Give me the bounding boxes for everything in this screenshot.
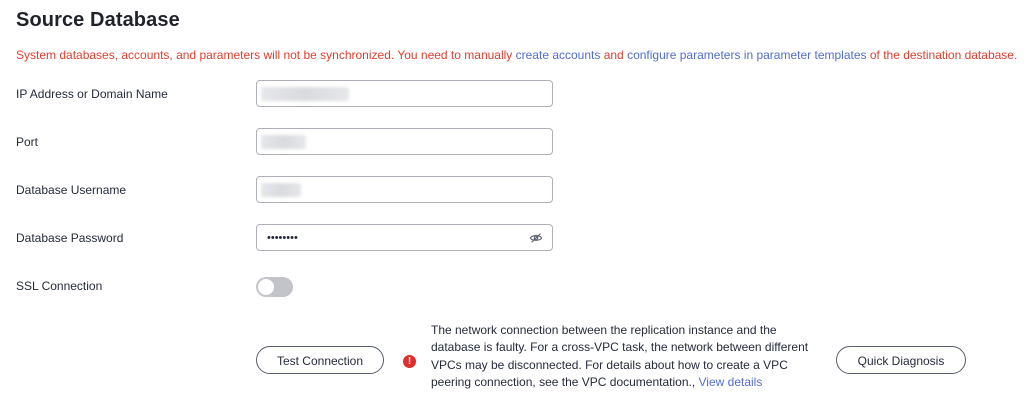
port-label: Port [16, 135, 39, 149]
create-accounts-link[interactable]: create accounts [516, 48, 601, 62]
notice-suffix: of the destination database. [866, 48, 1018, 62]
toggle-knob [258, 279, 274, 295]
view-details-link[interactable]: View details [699, 375, 763, 389]
quick-diagnosis-button[interactable]: Quick Diagnosis [836, 346, 966, 374]
test-connection-button[interactable]: Test Connection [256, 346, 384, 374]
password-mask: •••••••• [267, 232, 298, 244]
database-username-label: Database Username [16, 183, 127, 197]
sync-notice: System databases, accounts, and paramete… [16, 48, 1026, 62]
port-value-redacted [261, 135, 306, 149]
port-input[interactable] [256, 128, 553, 155]
eye-hidden-icon[interactable] [529, 231, 543, 245]
ssl-connection-label: SSL Connection [16, 279, 103, 293]
error-icon: ! [403, 355, 416, 368]
section-title: Source Database [16, 9, 180, 31]
ip-address-value-redacted [261, 87, 349, 101]
database-password-input[interactable]: •••••••• [256, 224, 553, 251]
database-username-input[interactable] [256, 176, 553, 203]
username-value-redacted [261, 183, 301, 197]
configure-parameters-link[interactable]: configure parameters in parameter templa… [627, 48, 866, 62]
database-password-label: Database Password [16, 231, 124, 245]
notice-prefix: System databases, accounts, and paramete… [16, 48, 516, 62]
ip-address-input[interactable] [256, 80, 553, 107]
ip-address-label: IP Address or Domain Name [16, 87, 168, 101]
notice-middle: and [600, 48, 628, 62]
connection-error-message: The network connection between the repli… [431, 322, 821, 391]
ssl-connection-toggle[interactable] [256, 277, 293, 297]
